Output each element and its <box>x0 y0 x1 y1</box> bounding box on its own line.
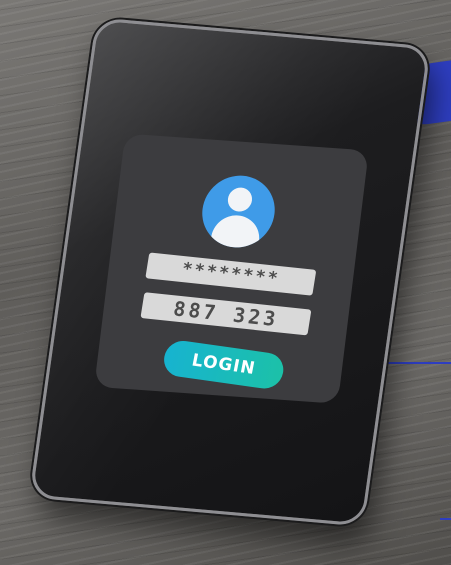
avatar-head <box>226 186 254 213</box>
tablet-device: ******** 887 323 LOGIN <box>28 17 432 527</box>
avatar-body <box>209 213 262 250</box>
login-panel: ******** 887 323 LOGIN <box>94 133 369 404</box>
user-avatar-icon <box>198 173 279 250</box>
verification-code-field[interactable]: 887 323 <box>140 292 312 336</box>
login-button[interactable]: LOGIN <box>161 338 287 391</box>
password-field[interactable]: ******** <box>145 252 317 296</box>
tablet-photo: ******** 887 323 LOGIN <box>0 0 451 565</box>
